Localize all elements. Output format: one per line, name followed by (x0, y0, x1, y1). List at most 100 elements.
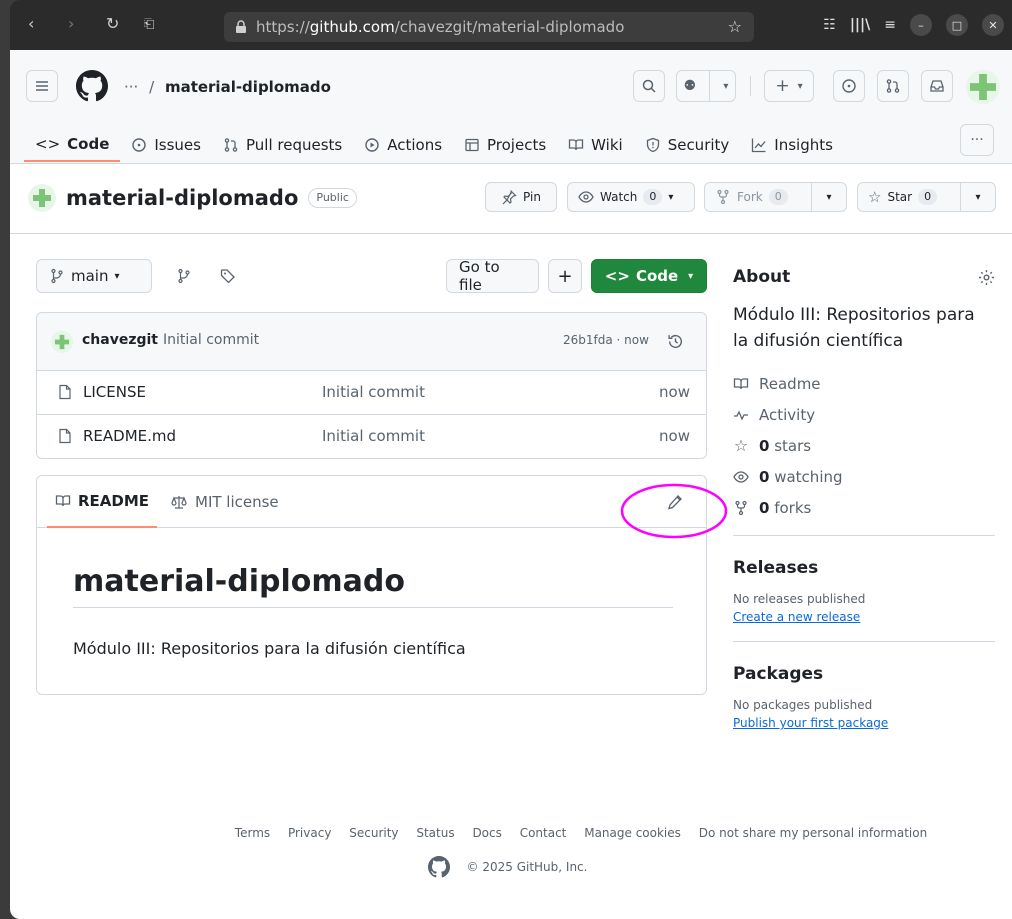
tab-insights[interactable]: Insights (740, 128, 844, 162)
activity-link[interactable]: Activity (733, 399, 995, 430)
forks-label: forks (774, 498, 812, 517)
tab-projects-label: Projects (487, 136, 547, 154)
go-to-file-button[interactable]: Go to file (446, 258, 539, 294)
forward-icon[interactable]: › (68, 14, 74, 33)
branch-selector[interactable]: main ▾ (36, 259, 152, 293)
hamburger-menu-icon[interactable] (26, 70, 58, 102)
footer-link-terms[interactable]: Terms (235, 826, 270, 840)
file-commit-message[interactable]: Initial commit (322, 427, 425, 445)
copilot-button[interactable]: ⚉ ▾ (676, 70, 736, 102)
tab-license[interactable]: MIT license (171, 476, 279, 528)
pull-requests-icon[interactable] (877, 70, 909, 102)
tab-wiki[interactable]: Wiki (557, 128, 634, 162)
fork-dropdown[interactable]: ▾ (811, 182, 847, 212)
no-packages-text: No packages published (733, 698, 873, 712)
stars-link[interactable]: ☆ 0 stars (733, 430, 995, 461)
forks-link[interactable]: 0 forks (733, 492, 995, 523)
tab-readme[interactable]: README (47, 476, 158, 528)
footer-link-contact[interactable]: Contact (520, 826, 567, 840)
kebab-icon: ··· (970, 132, 984, 148)
commit-message[interactable]: Initial commit (163, 332, 259, 348)
releases-heading[interactable]: Releases (733, 558, 995, 578)
star-button[interactable]: ☆ Star 0 (857, 182, 961, 212)
github-logo-icon[interactable] (427, 856, 450, 878)
issues-icon (132, 138, 147, 152)
watching-link[interactable]: 0 watching (733, 461, 995, 492)
tab-pull-requests-label: Pull requests (245, 136, 343, 154)
tab-issues[interactable]: Issues (120, 128, 212, 162)
back-icon[interactable]: ‹ (28, 14, 34, 33)
stars-count: 0 (759, 436, 770, 455)
maximize-icon[interactable]: □ (946, 14, 968, 36)
packages-heading[interactable]: Packages (733, 664, 995, 684)
bookmark-star-icon[interactable]: ☆ (728, 17, 742, 36)
library-icon[interactable]: |||\ (850, 17, 870, 33)
commit-author[interactable]: chavezgit (82, 332, 158, 348)
menu-icon[interactable]: ≡ (884, 17, 896, 33)
pin-label: Pin (523, 190, 541, 204)
star-dropdown[interactable]: ▾ (960, 182, 996, 212)
footer-link-do-not-share[interactable]: Do not share my personal information (699, 826, 927, 840)
chevron-down-icon: ▾ (975, 191, 981, 203)
url-bar[interactable]: https://github.com/chavezgit/material-di… (224, 12, 754, 42)
file-icon (59, 428, 71, 444)
footer-link-privacy[interactable]: Privacy (288, 826, 331, 840)
eye-icon (733, 470, 749, 483)
go-to-file-label: Go to file (459, 258, 500, 294)
footer-link-security[interactable]: Security (349, 826, 398, 840)
tab-pull-requests[interactable]: Pull requests (212, 128, 353, 162)
tab-readme-label: README (78, 492, 150, 510)
file-commit-message[interactable]: Initial commit (322, 383, 425, 401)
screenshot-icon[interactable]: ⎗ (144, 17, 154, 32)
create-release-link[interactable]: Create a new release (733, 610, 860, 624)
star-count: 0 (918, 189, 938, 205)
close-icon[interactable]: ✕ (982, 14, 1004, 36)
file-row[interactable]: README.md Initial commit now (37, 415, 706, 458)
file-name[interactable]: README.md (83, 427, 176, 445)
footer-link-status[interactable]: Status (416, 826, 454, 840)
chevron-down-icon: ▾ (688, 270, 694, 282)
author-avatar[interactable] (51, 331, 73, 353)
tab-insights-label: Insights (774, 136, 833, 154)
book-icon (733, 377, 749, 389)
file-name[interactable]: LICENSE (83, 383, 146, 401)
breadcrumb-repo-link[interactable]: material-diplomado (165, 78, 331, 96)
url-prefix: https:// (256, 18, 310, 36)
extensions-icon[interactable]: ☷ (823, 17, 836, 33)
no-releases-text: No releases published (733, 592, 866, 606)
fork-button[interactable]: Fork 0 (704, 182, 812, 212)
tab-security[interactable]: Security (634, 128, 741, 162)
repo-title[interactable]: material-diplomado (66, 186, 298, 210)
inbox-icon[interactable] (921, 70, 953, 102)
tab-actions[interactable]: Actions (353, 128, 453, 162)
code-button[interactable]: <> Code ▾ (591, 259, 707, 293)
pin-button[interactable]: Pin (485, 182, 557, 212)
owner-ellipsis[interactable]: ··· (124, 78, 138, 96)
more-options-button[interactable]: ··· (960, 124, 994, 156)
commit-hash-time[interactable]: 26b1fda · now (563, 333, 649, 347)
add-file-button[interactable]: + (548, 259, 582, 293)
footer-link-docs[interactable]: Docs (472, 826, 501, 840)
avatar[interactable] (966, 70, 1000, 104)
tab-projects[interactable]: Projects (453, 128, 557, 162)
minimize-icon[interactable]: – (910, 14, 932, 36)
reload-icon[interactable]: ↻ (106, 14, 119, 33)
publish-package-link[interactable]: Publish your first package (733, 716, 888, 730)
footer-link-manage-cookies[interactable]: Manage cookies (584, 826, 681, 840)
create-new-button[interactable]: + ▾ (764, 70, 814, 102)
watch-button[interactable]: Watch 0 ▾ (567, 182, 695, 212)
breadcrumb-separator: / (149, 78, 155, 96)
readme-link[interactable]: Readme (733, 368, 995, 399)
search-icon[interactable] (633, 70, 665, 102)
issues-icon[interactable] (833, 70, 865, 102)
file-row[interactable]: LICENSE Initial commit now (37, 371, 706, 415)
history-icon[interactable] (667, 333, 684, 350)
branches-icon[interactable] (176, 268, 192, 288)
tab-code[interactable]: <> Code (24, 128, 121, 162)
chevron-down-icon: ▾ (797, 80, 803, 92)
readme-link-label: Readme (759, 374, 821, 393)
github-logo-icon[interactable] (76, 70, 108, 102)
footer: Terms Privacy Security Status Docs Conta… (10, 826, 1012, 878)
tag-icon[interactable] (220, 268, 236, 288)
gear-icon[interactable] (978, 269, 995, 286)
